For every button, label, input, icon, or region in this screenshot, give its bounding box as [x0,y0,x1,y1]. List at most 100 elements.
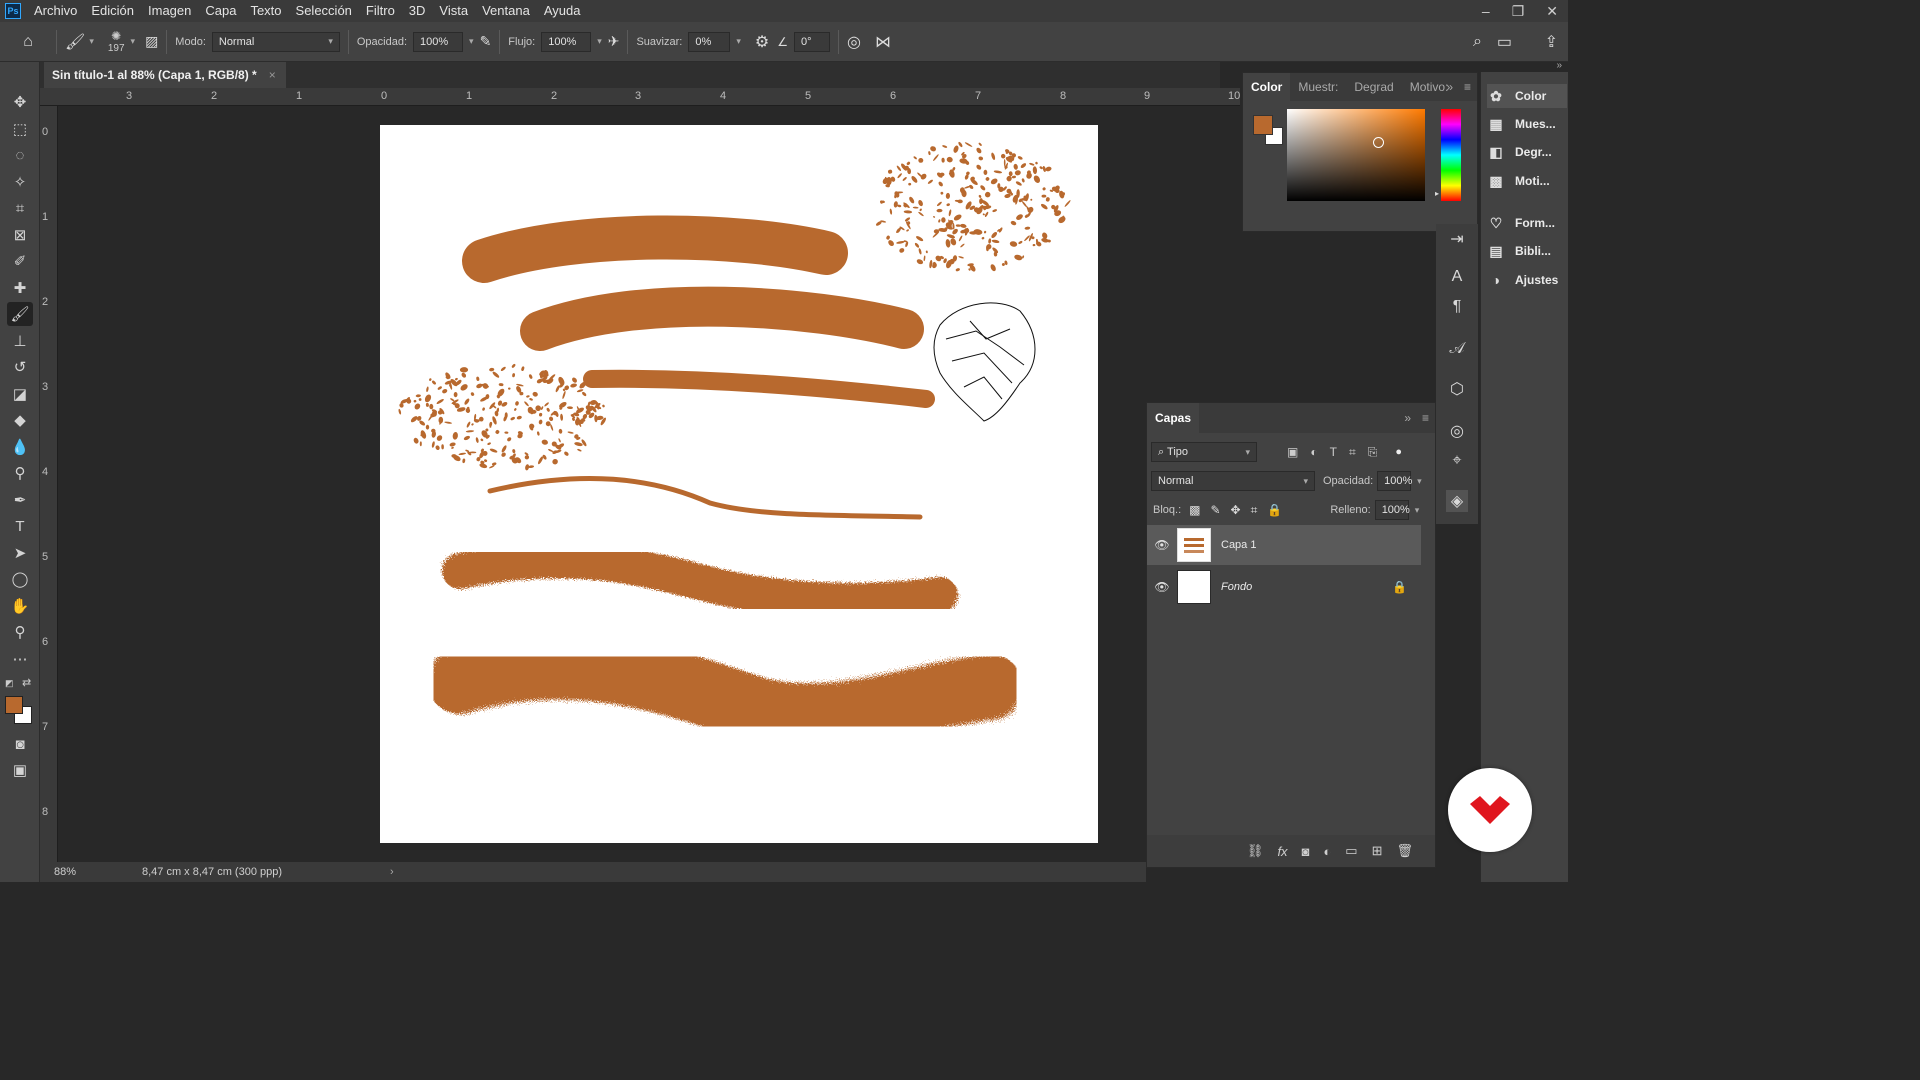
minimize-icon[interactable]: – [1482,3,1490,19]
history-brush-tool-icon[interactable]: ↺ [7,355,33,379]
dodge-tool-icon[interactable]: ⚲ [7,461,33,485]
crop-tool-icon[interactable]: ⌗ [7,196,33,220]
tab-swatches[interactable]: Muestr: [1290,73,1346,101]
color-field[interactable] [1287,109,1425,201]
filter-pixel-icon[interactable]: ▣ [1287,445,1298,460]
new-layer-icon[interactable]: ⊞ [1372,843,1383,859]
blur-tool-icon[interactable]: 💧 [7,435,33,459]
menu-vista[interactable]: Vista [432,0,475,22]
paths-panel-icon[interactable]: ⌖ [1446,450,1468,472]
move-tool-icon[interactable]: ✥ [7,90,33,114]
pressure-size-icon[interactable]: ◎ [847,32,861,52]
hue-slider[interactable] [1441,109,1461,201]
layer-row-fondo[interactable]: 👁 Fondo 🔒 [1147,567,1421,607]
close-window-icon[interactable]: ✕ [1546,3,1558,20]
brush-tool-preset-icon[interactable]: 🖌 [65,32,85,52]
filter-type-icon[interactable]: T [1330,445,1337,460]
gear-icon[interactable]: ⚙ [755,32,769,52]
quick-mask-icon[interactable]: ◙ [7,732,33,756]
new-group-folder-icon[interactable]: ▭ [1345,843,1357,859]
lock-image-pixels-icon[interactable]: ✎ [1210,503,1220,518]
opacity-input[interactable]: 100% [413,31,464,52]
document-canvas[interactable] [380,125,1098,843]
tab-layers[interactable]: Capas [1147,403,1200,433]
chevron-right-icon[interactable]: › [390,866,394,878]
brush-tool-icon[interactable]: 🖌 [7,302,33,326]
smoothing-input[interactable]: 0% [688,31,731,52]
fill-input[interactable]: 100% [1374,500,1410,520]
dock-item-shapes[interactable]: ♡ Form... [1487,211,1567,235]
link-layers-icon[interactable]: ⛓ [1247,843,1264,859]
dock-item-libraries[interactable]: ▤ Bibli... [1487,239,1567,263]
properties-panel-icon[interactable]: ⇥ [1446,228,1468,250]
foreground-color-swatch[interactable] [5,696,23,714]
collapse-dock-icon[interactable]: » [1556,60,1562,71]
menu-imagen[interactable]: Imagen [141,0,198,22]
type-tool-icon[interactable]: T [7,514,33,538]
color-picker-cursor[interactable] [1373,137,1384,148]
mode-select[interactable]: Normal ▾ [211,31,340,52]
ellipse-tool-icon[interactable]: ◯ [7,567,33,591]
layer-name[interactable]: Capa 1 [1221,539,1256,551]
layer-name[interactable]: Fondo [1221,581,1252,593]
restore-icon[interactable]: ❐ [1512,3,1525,20]
eyedropper-tool-icon[interactable]: ✐ [7,249,33,273]
menu-archivo[interactable]: Archivo [27,0,84,22]
menu-filtro[interactable]: Filtro [359,0,402,22]
pressure-opacity-icon[interactable]: ✎ [480,33,492,50]
screen-mode-icon[interactable]: ▣ [7,758,33,782]
more-tools-icon[interactable]: ⋯ [7,647,33,671]
filter-shape-icon[interactable]: ⌗ [1349,445,1356,460]
paint-bucket-tool-icon[interactable]: ◆ [7,408,33,432]
lock-position-icon[interactable]: ✥ [1231,503,1241,518]
lock-transparency-icon[interactable]: ▩ [1189,503,1200,518]
layer-row-capa-1[interactable]: 👁 Capa 1 [1147,525,1421,565]
lasso-tool-icon[interactable]: ◌ [7,143,33,167]
magic-wand-tool-icon[interactable]: ✧ [7,170,33,194]
dock-item-adjustments[interactable]: ◑ Ajustes [1487,268,1567,292]
menu-ayuda[interactable]: Ayuda [537,0,588,22]
angle-input[interactable]: 0° [793,31,830,52]
add-mask-icon[interactable]: ◙ [1302,844,1310,859]
menu-edicion[interactable]: Edición [84,0,141,22]
panel-foreground-swatch[interactable] [1253,115,1273,135]
path-selection-tool-icon[interactable]: ➤ [7,541,33,565]
swap-colors-icon[interactable]: ⇄ [22,676,31,689]
menu-ventana[interactable]: Ventana [475,0,537,22]
symmetry-butterfly-icon[interactable]: ⋈ [875,32,891,52]
hand-tool-icon[interactable]: ✋ [7,594,33,618]
hue-slider-marker[interactable]: ▸ [1435,189,1439,198]
workspace-icon[interactable]: ▭ [1497,32,1512,52]
layer-filter-select[interactable]: ⌕ Tipo ▾ [1151,442,1257,462]
panel-menu-icon[interactable]: ≡ [1464,80,1471,94]
3d-panel-icon[interactable]: ⬡ [1446,378,1468,400]
paragraph-panel-icon[interactable]: ¶ [1446,296,1468,318]
marquee-tool-icon[interactable]: ⬚ [7,117,33,141]
tab-color[interactable]: Color [1243,73,1291,101]
share-icon[interactable]: ⇪ [1545,32,1558,52]
pen-tool-icon[interactable]: ✒ [7,488,33,512]
menu-texto[interactable]: Texto [243,0,288,22]
zoom-level[interactable]: 88% [40,866,90,878]
visibility-eye-icon[interactable]: 👁 [1147,538,1177,552]
flow-input[interactable]: 100% [541,31,592,52]
character-panel-icon[interactable]: A [1446,266,1468,288]
default-colors-icon[interactable]: ◩ [5,678,14,689]
collapse-panel-icon[interactable]: » [1446,80,1453,94]
lock-all-icon[interactable]: 🔒 [1267,503,1282,518]
dock-item-color[interactable]: ✿ Color [1487,84,1567,108]
home-icon[interactable]: ⌂ [8,33,48,51]
eraser-tool-icon[interactable]: ◪ [7,382,33,406]
visibility-eye-icon[interactable]: 👁 [1147,580,1177,594]
dock-item-patterns[interactable]: ▩ Moti... [1487,169,1567,193]
frame-tool-icon[interactable]: ⊠ [7,223,33,247]
airbrush-icon[interactable]: ✈ [608,33,620,50]
filter-adjustment-icon[interactable]: ◐ [1310,445,1317,460]
lock-artboard-icon[interactable]: ⌗ [1251,503,1258,518]
clone-stamp-tool-icon[interactable]: ⊥ [7,329,33,353]
panel-menu-icon[interactable]: ≡ [1422,411,1429,425]
brush-size-picker[interactable]: ✺ 197 [108,29,125,54]
healing-brush-tool-icon[interactable]: ✚ [7,276,33,300]
zoom-tool-icon[interactable]: ⚲ [7,620,33,644]
close-tab-icon[interactable]: × [269,68,276,82]
